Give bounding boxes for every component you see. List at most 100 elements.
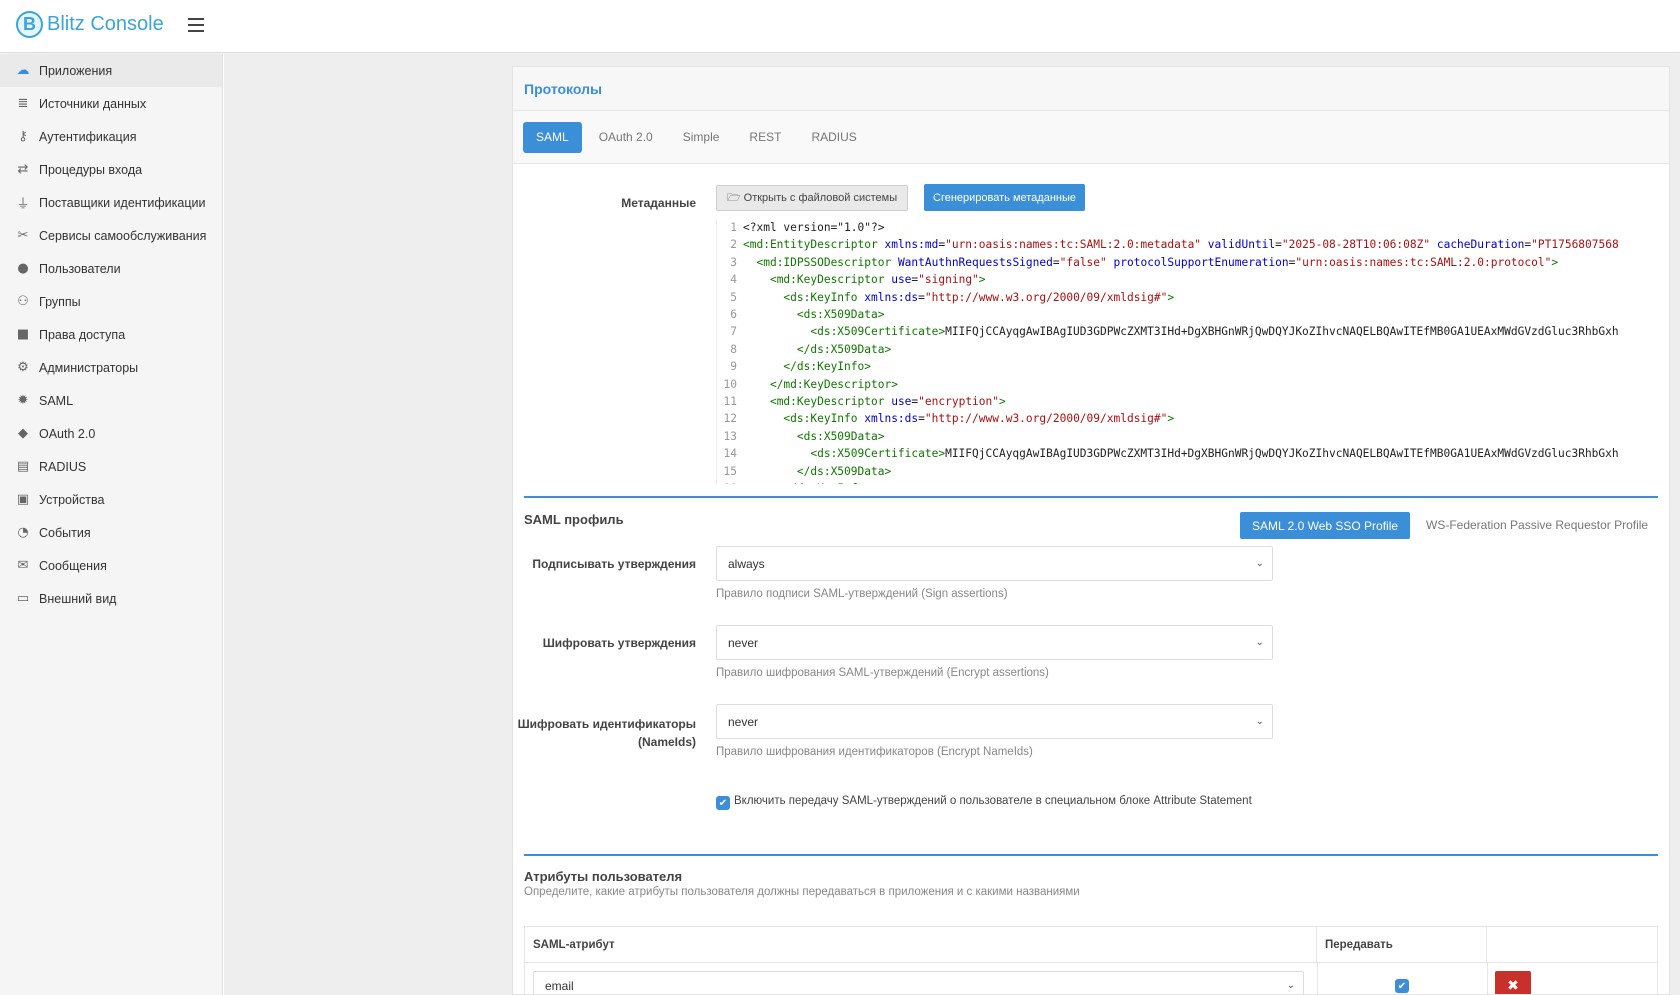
generate-metadata-button[interactable]: Сгенерировать метаданные bbox=[924, 184, 1085, 211]
code-token: <ds:X509Certificate> bbox=[810, 447, 946, 461]
line-number: 14 bbox=[723, 447, 737, 461]
tab-saml[interactable]: SAML bbox=[523, 121, 582, 153]
cogs-icon: ⚙ bbox=[17, 360, 29, 375]
line-number: 13 bbox=[723, 429, 737, 443]
line-number: 15 bbox=[723, 464, 737, 478]
code-line: 11 <md:KeyDescriptor use="encryption"> bbox=[717, 393, 1656, 410]
check-icon: ✔ bbox=[1397, 980, 1407, 992]
transmit-checkbox[interactable]: ✔ bbox=[1395, 979, 1409, 993]
tab-oauth-2-0[interactable]: OAuth 2.0 bbox=[586, 122, 666, 153]
sidebar-item-1[interactable]: ≣ Источники данных bbox=[0, 87, 222, 120]
sidebar-item-7[interactable]: ⚇ Группы bbox=[0, 285, 222, 318]
code-token: </ds:X509Data> bbox=[796, 464, 892, 478]
saml-attribute-select[interactable]: email ⌄ bbox=[533, 971, 1304, 994]
sidebar-item-label: RADIUS bbox=[39, 459, 87, 474]
code-token: <md:KeyDescriptor bbox=[769, 395, 892, 409]
sidebar-item-5[interactable]: ✂ Сервисы самообслуживания bbox=[0, 219, 222, 252]
code-token: </md:KeyDescriptor> bbox=[769, 377, 898, 391]
line-number: 3 bbox=[730, 255, 737, 269]
app-logo[interactable]: B Blitz Console bbox=[16, 11, 164, 38]
sidebar-item-15[interactable]: ✉ Сообщения bbox=[0, 549, 222, 582]
device-icon: ▣ bbox=[16, 492, 30, 507]
sidebar-item-4[interactable]: ⏚ Поставщики идентификации bbox=[0, 186, 222, 219]
encrypt-nameids-value: never bbox=[728, 714, 759, 729]
encrypt-nameids-select[interactable]: never ⌄ bbox=[716, 704, 1273, 739]
code-token: "false" bbox=[1059, 255, 1107, 269]
code-token: = bbox=[918, 412, 925, 426]
sidebar-item-label: События bbox=[39, 525, 91, 540]
metadata-code-editor[interactable]: 1 <?xml version="1.0"?> 2 <md:EntityDescrip… bbox=[716, 219, 1656, 484]
delete-row-button[interactable]: ✖ bbox=[1495, 971, 1531, 994]
open-from-filesystem-button[interactable]: 🗁 Открыть с файловой системы bbox=[716, 185, 909, 211]
tab-simple[interactable]: Simple bbox=[670, 122, 733, 153]
code-line: 1 <?xml version="1.0"?> bbox=[717, 219, 1656, 236]
folder-open-icon: 🗁 bbox=[727, 190, 741, 204]
sidebar-item-10[interactable]: ✹ SAML bbox=[0, 384, 222, 417]
sidebar-item-0[interactable]: ☁ Приложения bbox=[0, 54, 222, 87]
saml-profile-title: SAML профиль bbox=[524, 512, 624, 527]
code-token: <md:IDPSSODescriptor bbox=[756, 255, 898, 269]
code-token: <ds:KeyInfo bbox=[783, 412, 865, 426]
sidebar-item-2[interactable]: ⚷ Аутентификация bbox=[0, 120, 222, 153]
radius-icon: ▤ bbox=[16, 459, 30, 474]
sidebar-item-16[interactable]: ▭ Внешний вид bbox=[0, 582, 222, 615]
line-number: 1 bbox=[730, 221, 737, 234]
sidebar-item-6[interactable]: ● Пользователи bbox=[0, 252, 222, 285]
code-token: <md:KeyDescriptor bbox=[769, 273, 892, 287]
database-icon: ≣ bbox=[17, 96, 29, 111]
code-token: MIIFQjCCAyqgAwIBAgIUD3GDPWcZXMT3IHd+DgXB… bbox=[945, 325, 1619, 339]
tab-radius[interactable]: RADIUS bbox=[798, 122, 869, 153]
sign-assertions-select[interactable]: always ⌄ bbox=[716, 546, 1273, 581]
code-token: "urn:oasis:names:tc:SAML:2.0:metadata" bbox=[945, 238, 1202, 252]
code-line: 16 </ds:KeyInfo> bbox=[717, 480, 1656, 484]
code-token: </ds:KeyInfo> bbox=[783, 360, 871, 374]
menu-toggle-icon[interactable] bbox=[188, 18, 204, 32]
protocol-tabs: SAML OAuth 2.0 Simple REST RADIUS bbox=[513, 111, 1669, 164]
code-line: 5 <ds:KeyInfo xmlns:ds="http://www.w3.or… bbox=[717, 289, 1656, 306]
line-number: 8 bbox=[730, 342, 737, 356]
line-number: 16 bbox=[717, 480, 743, 484]
encrypt-nameids-label-line1: Шифровать идентификаторы bbox=[517, 717, 696, 731]
line-number: 6 bbox=[730, 308, 737, 322]
tools-icon: ✂ bbox=[17, 228, 29, 243]
encrypt-assertions-select[interactable]: never ⌄ bbox=[716, 625, 1273, 660]
sidebar-item-9[interactable]: ⚙ Администраторы bbox=[0, 351, 222, 384]
users-icon: ⚇ bbox=[17, 294, 29, 309]
key-icon: ⚷ bbox=[18, 129, 28, 144]
sidebar-item-label: Права доступа bbox=[39, 327, 126, 342]
encrypt-assertions-value: never bbox=[728, 635, 759, 650]
ws-federation-profile-button[interactable]: WS-Federation Passive Requestor Profile bbox=[1426, 518, 1648, 532]
sidebar-item-label: Сообщения bbox=[39, 558, 107, 573]
saml-web-sso-profile-button[interactable]: SAML 2.0 Web SSO Profile bbox=[1240, 512, 1411, 539]
app-title: Blitz Console bbox=[47, 13, 164, 35]
sign-assertions-value: always bbox=[728, 556, 765, 571]
table-row: email ⌄ ✔ ✖ bbox=[525, 962, 1657, 994]
code-line: 9 </ds:KeyInfo> bbox=[717, 358, 1656, 375]
attribute-statement-checkbox[interactable]: ✔ bbox=[716, 796, 730, 810]
sidebar-item-3[interactable]: ⇄ Процедуры входа bbox=[0, 153, 222, 186]
code-line: 8 </ds:X509Data> bbox=[717, 341, 1656, 358]
code-token: "PT1756807568 bbox=[1531, 238, 1619, 252]
code-token: > bbox=[1167, 290, 1175, 304]
section-divider bbox=[524, 496, 1658, 498]
code-line: 3 <md:IDPSSODescriptor WantAuthnRequests… bbox=[717, 254, 1656, 271]
code-token: "http://www.w3.org/2000/09/xmldsig#" bbox=[924, 290, 1168, 304]
line-number: 2 bbox=[730, 238, 737, 252]
sidebar-item-12[interactable]: ▤ RADIUS bbox=[0, 450, 222, 483]
tab-rest[interactable]: REST bbox=[736, 122, 794, 153]
user-icon: ● bbox=[17, 261, 29, 276]
sidebar-item-14[interactable]: ◔ События bbox=[0, 516, 222, 549]
sidebar-item-11[interactable]: ◆ OAuth 2.0 bbox=[0, 417, 222, 450]
section-divider bbox=[524, 854, 1658, 856]
sidebar-item-8[interactable]: ■ Права доступа bbox=[0, 318, 222, 351]
saml-attribute-value: email bbox=[545, 979, 574, 993]
code-token: <ds:KeyInfo bbox=[783, 290, 865, 304]
sidebar-item-13[interactable]: ▣ Устройства bbox=[0, 483, 222, 516]
code-token: <ds:X509Data> bbox=[796, 429, 885, 443]
plug-icon: ⏚ bbox=[16, 197, 30, 212]
